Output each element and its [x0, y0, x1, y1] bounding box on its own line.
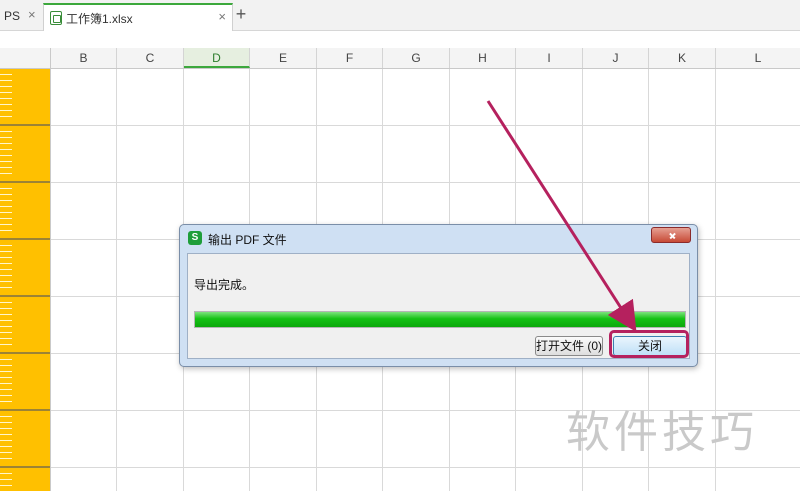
watermark-text: 软件技巧 [566, 408, 758, 457]
